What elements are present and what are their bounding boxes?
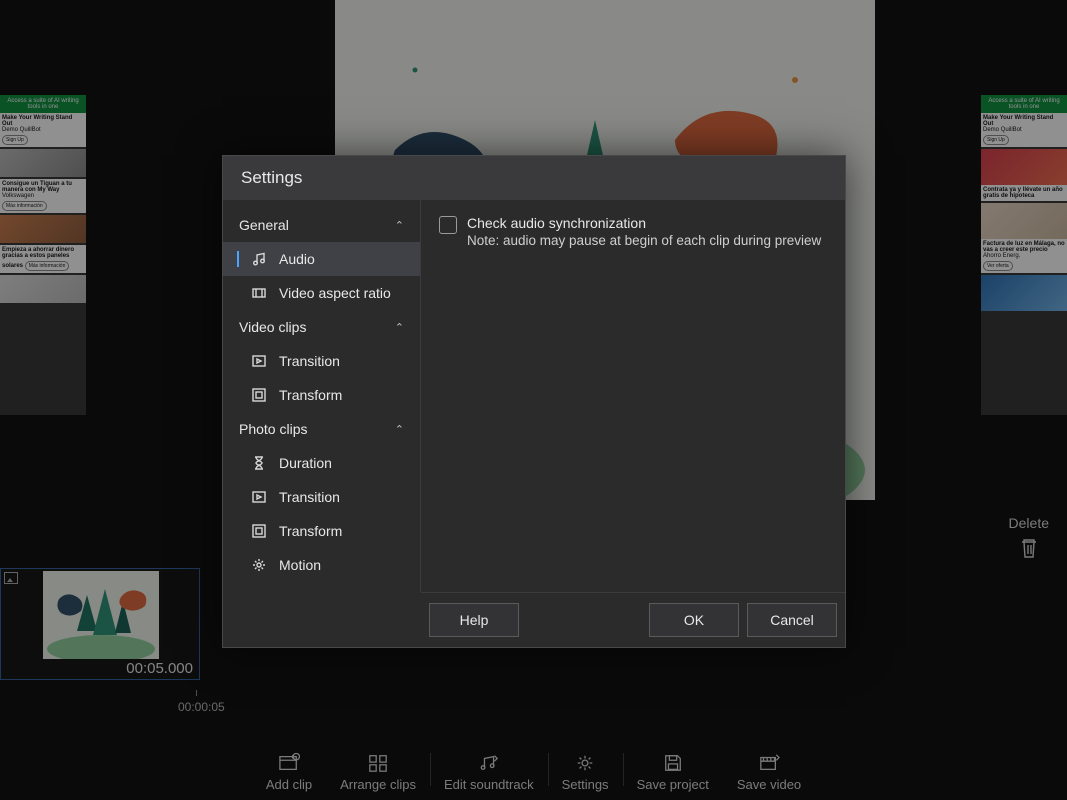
checkbox-label: Check audio synchronization (467, 214, 821, 232)
ad-cta[interactable]: Más información (25, 261, 70, 271)
transform-icon (251, 387, 267, 403)
clip-thumbnail (43, 571, 159, 659)
ad-headline: Access a suite of AI writing tools in on… (981, 95, 1067, 113)
dialog-content-panel: Check audio synchronization Note: audio … (421, 200, 845, 592)
bottom-toolbar: Add clip Arrange clips Edit soundtrack S… (0, 744, 1067, 800)
settings-button[interactable]: Settings (548, 753, 623, 792)
ad-headline: Access a suite of AI writing tools in on… (0, 95, 86, 113)
sidebar-item-label: Audio (279, 251, 315, 267)
film-export-icon (758, 753, 780, 773)
ad-column-right: Access a suite of AI writing tools in on… (981, 95, 1067, 415)
ok-button[interactable]: OK (649, 603, 739, 637)
ruler-label: 00:00:05 (178, 700, 225, 714)
sidebar-item-photo-duration[interactable]: Duration (223, 446, 420, 480)
chevron-up-icon: ⌃ (395, 423, 404, 436)
chevron-up-icon: ⌃ (395, 321, 404, 334)
toolbar-label: Save project (637, 777, 709, 792)
hourglass-icon (251, 455, 267, 471)
ad-image (0, 215, 86, 243)
transition-icon (251, 489, 267, 505)
transition-icon (251, 353, 267, 369)
ad-image (981, 275, 1067, 311)
ad-image (0, 275, 86, 303)
grid-icon (367, 753, 389, 773)
sidebar-item-video-aspect-ratio[interactable]: Video aspect ratio (223, 276, 420, 310)
toolbar-label: Add clip (266, 777, 312, 792)
save-video-button[interactable]: Save video (723, 753, 815, 792)
gear-icon (574, 753, 596, 773)
trash-icon (1009, 537, 1049, 565)
help-button[interactable]: Help (429, 603, 519, 637)
ad-sub: Demo QuillBot (983, 127, 1065, 133)
sidebar-item-label: Video aspect ratio (279, 285, 391, 301)
sidebar-item-video-transform[interactable]: Transform (223, 378, 420, 412)
sidebar-item-photo-motion[interactable]: Motion (223, 548, 420, 582)
sidebar-item-label: Transform (279, 387, 342, 403)
dialog-sidebar: General ⌃ Audio Video aspect ratio Video… (223, 200, 421, 592)
category-video-clips[interactable]: Video clips ⌃ (223, 310, 420, 344)
dialog-title: Settings (223, 156, 845, 200)
save-icon (662, 753, 684, 773)
delete-button[interactable]: Delete (1009, 515, 1049, 565)
ad-title: Make Your Writing Stand Out (983, 115, 1053, 127)
motion-icon (251, 557, 267, 573)
toolbar-label: Settings (562, 777, 609, 792)
add-clip-button[interactable]: Add clip (252, 753, 326, 792)
ad-title: Consigue un Tiguan a tu manera con My Wa… (2, 181, 72, 193)
ruler-tick (196, 690, 197, 696)
ad-title: Factura de luz en Málaga, no vas a creer… (983, 241, 1065, 253)
checkbox-note: Note: audio may pause at begin of each c… (467, 232, 821, 250)
sidebar-item-label: Motion (279, 557, 321, 573)
image-icon (4, 572, 18, 584)
sidebar-item-audio[interactable]: Audio (223, 242, 420, 276)
sidebar-item-label: Transform (279, 523, 342, 539)
category-label: Photo clips (239, 421, 307, 437)
ad-cta[interactable]: Ver oferta (983, 261, 1013, 271)
delete-label: Delete (1009, 515, 1049, 531)
transform-icon (251, 523, 267, 539)
cancel-button[interactable]: Cancel (747, 603, 837, 637)
edit-soundtrack-button[interactable]: Edit soundtrack (430, 753, 548, 792)
sidebar-item-label: Transition (279, 353, 340, 369)
dialog-footer: Help OK Cancel (421, 592, 845, 647)
toolbar-label: Arrange clips (340, 777, 416, 792)
sidebar-item-photo-transform[interactable]: Transform (223, 514, 420, 548)
ad-cta[interactable]: Sign Up (983, 135, 1009, 145)
settings-dialog: Settings General ⌃ Audio Video aspect ra… (222, 155, 846, 648)
ad-sub: Volkswagen (2, 193, 84, 199)
sidebar-item-label: Transition (279, 489, 340, 505)
sidebar-item-video-transition[interactable]: Transition (223, 344, 420, 378)
save-project-button[interactable]: Save project (623, 753, 723, 792)
ad-image (0, 149, 86, 177)
check-audio-sync-checkbox[interactable] (439, 216, 457, 234)
category-general[interactable]: General ⌃ (223, 208, 420, 242)
toolbar-label: Edit soundtrack (444, 777, 534, 792)
ad-cta[interactable]: Sign Up (2, 135, 28, 145)
ad-sub: Ahorro Energ. (983, 253, 1065, 259)
timeline-clip[interactable]: 00:05.000 (0, 568, 200, 680)
clip-timestamp: 00:05.000 (126, 660, 193, 677)
ad-sub: Demo QuillBot (2, 127, 84, 133)
toolbar-label: Save video (737, 777, 801, 792)
ad-cta[interactable]: Más información (2, 201, 47, 211)
aspect-ratio-icon (251, 285, 267, 301)
sidebar-item-photo-transition[interactable]: Transition (223, 480, 420, 514)
music-icon (251, 251, 267, 267)
ad-image (981, 149, 1067, 185)
chevron-up-icon: ⌃ (395, 219, 404, 232)
category-label: Video clips (239, 319, 306, 335)
category-label: General (239, 217, 289, 233)
category-photo-clips[interactable]: Photo clips ⌃ (223, 412, 420, 446)
ad-title: Make Your Writing Stand Out (2, 115, 72, 127)
music-edit-icon (478, 753, 500, 773)
arrange-clips-button[interactable]: Arrange clips (326, 753, 430, 792)
sidebar-item-label: Duration (279, 455, 332, 471)
ad-column-left: Access a suite of AI writing tools in on… (0, 95, 86, 415)
ad-title: Contrata ya y llévate un año gratis de h… (983, 187, 1063, 199)
ad-image (981, 203, 1067, 239)
add-clip-icon (278, 753, 300, 773)
